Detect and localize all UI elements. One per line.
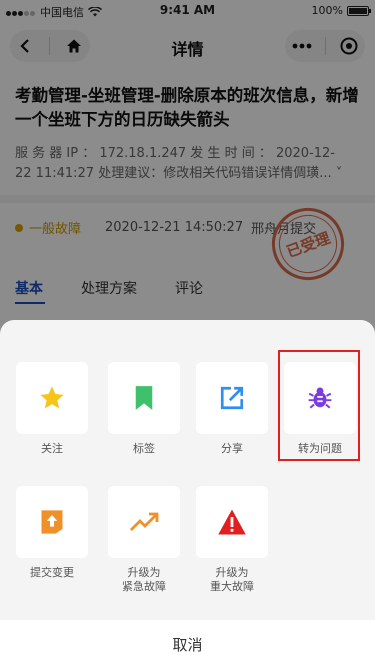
highlight-box	[278, 350, 360, 461]
action-tag[interactable]: 标签	[108, 362, 180, 456]
action-submit-change[interactable]: 提交变更	[16, 486, 88, 580]
trend-up-icon	[130, 512, 159, 531]
action-upgrade-urgent[interactable]: 升级为 紧急故障	[108, 486, 180, 594]
action-label: 标签	[133, 442, 155, 455]
action-label: 升级为 重大故障	[210, 566, 254, 593]
share-icon	[220, 386, 244, 410]
action-upgrade-major[interactable]: 升级为 重大故障	[196, 486, 268, 594]
cancel-button[interactable]: 取消	[0, 620, 375, 669]
action-label: 关注	[41, 442, 63, 455]
action-share[interactable]: 分享	[196, 362, 268, 456]
upload-icon	[41, 510, 63, 534]
warning-icon	[218, 509, 246, 535]
bookmark-icon	[135, 386, 153, 410]
action-follow[interactable]: 关注	[16, 362, 88, 456]
action-label: 升级为 紧急故障	[122, 566, 166, 593]
action-label: 提交变更	[30, 566, 74, 579]
action-label: 分享	[221, 442, 243, 455]
star-icon	[40, 386, 64, 409]
